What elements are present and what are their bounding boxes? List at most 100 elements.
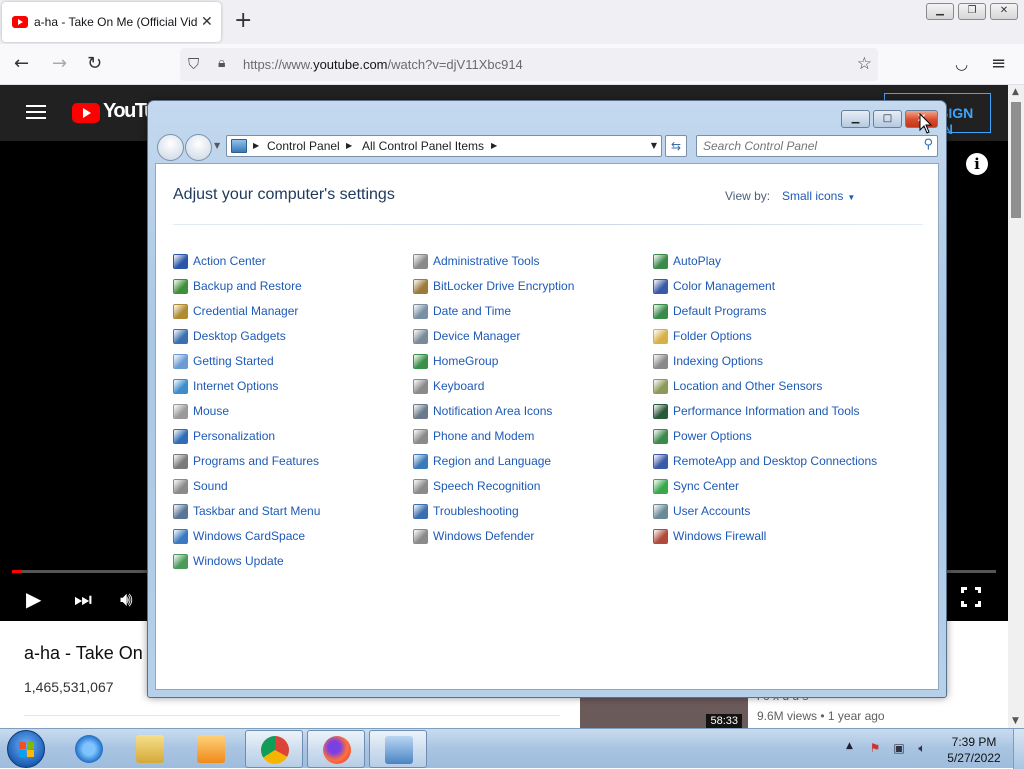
address-dropdown-icon[interactable]: ▼ xyxy=(651,141,657,150)
back-button[interactable]: ← xyxy=(14,53,29,74)
browser-nav-bar: ← → ↻ ⛉ 🔒︎ https://www.youtube.com/watch… xyxy=(0,44,1024,85)
search-icon[interactable]: ⚲ xyxy=(923,137,933,152)
scroll-up-icon[interactable]: ▲ xyxy=(1012,87,1019,97)
control-panel-item-label[interactable]: Folder Options xyxy=(673,329,752,343)
control-panel-item-label[interactable]: HomeGroup xyxy=(433,354,498,368)
breadcrumb-separator-icon[interactable]: ▶ xyxy=(491,141,497,150)
bookmark-star-icon[interactable]: ☆ xyxy=(857,54,872,74)
browser-tab[interactable]: a-ha - Take On Me (Official Video) ✕ xyxy=(2,2,221,42)
control-panel-item-label[interactable]: Windows Defender xyxy=(433,529,534,543)
control-panel-item-label[interactable]: Administrative Tools xyxy=(433,254,540,268)
breadcrumb-all-items[interactable]: All Control Panel Items xyxy=(362,139,484,153)
taskbar-button[interactable] xyxy=(245,730,303,768)
volume-icon[interactable]: 🔊︎ xyxy=(120,587,133,611)
start-button[interactable] xyxy=(7,730,45,768)
control-panel-item-label[interactable]: Taskbar and Start Menu xyxy=(193,504,320,518)
control-panel-item-label[interactable]: Mouse xyxy=(193,404,229,418)
search-box[interactable]: ⚲ xyxy=(696,135,938,157)
search-input[interactable] xyxy=(703,138,903,154)
tab-close-button[interactable]: ✕ xyxy=(201,14,213,30)
control-panel-item-label[interactable]: Power Options xyxy=(673,429,752,443)
address-bar[interactable]: ▶ Control Panel ▶ All Control Panel Item… xyxy=(226,135,662,157)
control-panel-item-label[interactable]: User Accounts xyxy=(673,504,750,518)
control-panel-item-label[interactable]: Backup and Restore xyxy=(193,279,302,293)
browser-restore-button[interactable]: ❐ xyxy=(958,3,986,20)
folder-icon xyxy=(653,329,668,344)
control-panel-item-label[interactable]: Programs and Features xyxy=(193,454,319,468)
forward-arrow-icon[interactable] xyxy=(185,134,212,161)
control-panel-item-label[interactable]: AutoPlay xyxy=(673,254,721,268)
clock[interactable]: 7:39 PM 5/27/2022 xyxy=(944,734,1004,766)
view-by-dropdown[interactable]: Small icons ▼ xyxy=(782,189,855,203)
control-panel-item-label[interactable]: Location and Other Sensors xyxy=(673,379,822,393)
control-panel-item-label[interactable]: BitLocker Drive Encryption xyxy=(433,279,574,293)
clock-date: 5/27/2022 xyxy=(947,751,1001,765)
breadcrumb-control-panel[interactable]: Control Panel xyxy=(267,139,340,153)
next-icon[interactable]: ⏭ xyxy=(74,587,92,611)
tracking-protection-shield-icon[interactable]: ⛉ xyxy=(188,55,199,73)
scrollbar-thumb[interactable] xyxy=(1011,102,1021,218)
reload-button[interactable]: ↻ xyxy=(87,53,102,74)
scroll-down-icon[interactable]: ▼ xyxy=(1012,716,1019,726)
chevron-down-icon[interactable]: ▼ xyxy=(847,193,855,202)
control-panel-item-label[interactable]: Indexing Options xyxy=(673,354,763,368)
window-maximize-button[interactable]: □ xyxy=(873,110,902,128)
new-tab-button[interactable]: + xyxy=(234,8,252,33)
browser-close-button[interactable]: ✕ xyxy=(990,3,1018,20)
control-panel-item-label[interactable]: Region and Language xyxy=(433,454,551,468)
control-panel-item-label[interactable]: Date and Time xyxy=(433,304,511,318)
control-panel-item-label[interactable]: Speech Recognition xyxy=(433,479,540,493)
control-panel-item-label[interactable]: Personalization xyxy=(193,429,275,443)
control-panel-item-label[interactable]: Performance Information and Tools xyxy=(673,404,860,418)
control-panel-item-label[interactable]: Windows Update xyxy=(193,554,284,568)
taskbar-button[interactable] xyxy=(60,730,118,768)
refresh-icon[interactable]: ⇆ xyxy=(665,135,687,157)
taskbar-button[interactable] xyxy=(121,730,179,768)
taskbar-button[interactable] xyxy=(307,730,365,768)
control-panel-item-label[interactable]: Internet Options xyxy=(193,379,278,393)
volume-tray-icon[interactable]: 🔈︎ xyxy=(914,741,930,757)
hamburger-menu-icon[interactable] xyxy=(26,105,46,119)
window-minimize-button[interactable]: ▁ xyxy=(841,110,870,128)
browser-minimize-button[interactable]: ▁ xyxy=(926,3,954,20)
control-panel-item-label[interactable]: Default Programs xyxy=(673,304,766,318)
speaker-icon xyxy=(173,479,188,494)
control-panel-item-label[interactable]: Action Center xyxy=(193,254,266,268)
youtube-logo-icon[interactable] xyxy=(72,103,100,123)
url-text[interactable]: https://www.youtube.com/watch?v=djV11Xbc… xyxy=(243,57,523,72)
page-scrollbar[interactable]: ▲ ▼ xyxy=(1008,85,1024,728)
control-panel-item-label[interactable]: Credential Manager xyxy=(193,304,298,318)
control-panel-item-label[interactable]: Getting Started xyxy=(193,354,274,368)
recent-pages-dropdown-icon[interactable]: ▼ xyxy=(214,141,220,150)
breadcrumb-separator-icon[interactable]: ▶ xyxy=(253,141,259,150)
url-bar[interactable]: ⛉ 🔒︎ https://www.youtube.com/watch?v=djV… xyxy=(180,48,878,81)
control-panel-item-label[interactable]: Windows CardSpace xyxy=(193,529,305,543)
pocket-icon[interactable]: ◡ xyxy=(955,55,968,73)
control-panel-item-label[interactable]: Desktop Gadgets xyxy=(193,329,286,343)
lock-icon[interactable]: 🔒︎ xyxy=(218,55,225,71)
control-panel-item-label[interactable]: Color Management xyxy=(673,279,775,293)
back-arrow-icon[interactable] xyxy=(157,134,184,161)
action-center-flag-icon[interactable]: ⚑ xyxy=(867,741,883,757)
control-panel-item-label[interactable]: Keyboard xyxy=(433,379,484,393)
taskbar-button[interactable] xyxy=(182,730,240,768)
show-desktop-button[interactable] xyxy=(1013,729,1024,769)
network-icon[interactable]: ▣ xyxy=(891,741,907,757)
info-icon[interactable]: i xyxy=(966,153,988,175)
control-panel-item-label[interactable]: Troubleshooting xyxy=(433,504,519,518)
control-panel-item-label[interactable]: Phone and Modem xyxy=(433,429,534,443)
control-panel-item-label[interactable]: Sound xyxy=(193,479,228,493)
show-hidden-icons-icon[interactable]: ▲ xyxy=(846,741,853,751)
control-panel-item-label[interactable]: Windows Firewall xyxy=(673,529,766,543)
app-menu-button[interactable]: ≡ xyxy=(991,53,1006,74)
taskbar-button[interactable] xyxy=(369,730,427,768)
control-panel-item-label[interactable]: RemoteApp and Desktop Connections xyxy=(673,454,877,468)
forward-button[interactable]: → xyxy=(52,53,67,74)
breadcrumb-separator-icon[interactable]: ▶ xyxy=(346,141,352,150)
recommended-video-thumbnail[interactable]: 58:33 xyxy=(580,697,748,728)
fullscreen-icon[interactable] xyxy=(961,587,981,607)
play-icon[interactable]: ▶ xyxy=(26,587,41,611)
control-panel-item-label[interactable]: Device Manager xyxy=(433,329,520,343)
control-panel-item-label[interactable]: Notification Area Icons xyxy=(433,404,552,418)
control-panel-item-label[interactable]: Sync Center xyxy=(673,479,739,493)
